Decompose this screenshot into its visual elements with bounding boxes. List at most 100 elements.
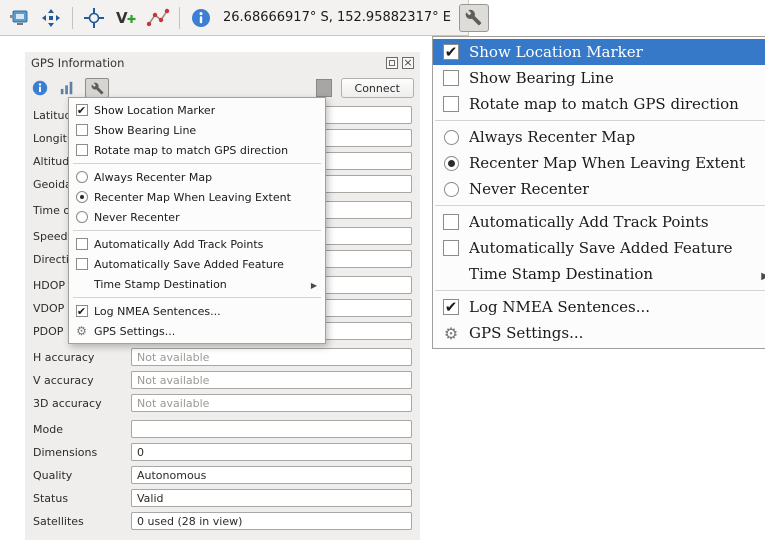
gps-field-row: Mode [33, 420, 412, 438]
menu-item[interactable]: Show Bearing Line [433, 65, 765, 91]
menu-mark-icon [440, 127, 462, 147]
menu-item[interactable]: Time Stamp Destination [433, 261, 765, 287]
gps-field-row: 3D accuracy [33, 394, 412, 412]
field-input[interactable] [131, 466, 412, 484]
menu-mark-icon [440, 94, 462, 114]
menu-separator [73, 163, 321, 164]
gps-options-button[interactable] [85, 78, 109, 98]
field-input[interactable] [131, 394, 412, 412]
menu-mark-icon [73, 102, 90, 118]
position-info-tab-button[interactable] [31, 79, 49, 97]
menu-item[interactable]: Rotate map to match GPS direction [69, 140, 325, 160]
menu-item-label: Time Stamp Destination [469, 265, 653, 283]
info-icon [191, 8, 211, 28]
menu-item[interactable]: Log NMEA Sentences... [69, 301, 325, 321]
gps-connect-icon [8, 7, 30, 29]
menu-item-label: Never Recenter [94, 211, 180, 224]
menu-item-label: Show Bearing Line [469, 69, 614, 87]
field-label: H accuracy [33, 351, 131, 364]
info-button[interactable] [187, 4, 215, 32]
gps-coordinates: 26.68666917° S, 152.95882317° E [223, 10, 451, 25]
menu-separator [73, 230, 321, 231]
field-input[interactable] [131, 512, 412, 530]
menu-mark-icon [73, 256, 90, 272]
panel-title-bar: GPS Information [25, 52, 420, 74]
recenter-icon [40, 7, 62, 29]
menu-item[interactable]: Never Recenter [69, 207, 325, 227]
menu-mark-icon [440, 179, 462, 199]
recenter-button[interactable] [37, 4, 65, 32]
gps-field-row: Status [33, 489, 412, 507]
menu-mark-icon [73, 122, 90, 138]
menu-item[interactable]: Show Bearing Line [69, 120, 325, 140]
field-input[interactable] [131, 443, 412, 461]
menu-item-label: Time Stamp Destination [94, 278, 227, 291]
menu-mark-icon [73, 169, 90, 185]
field-input[interactable] [131, 371, 412, 389]
menu-item[interactable]: Always Recenter Map [69, 167, 325, 187]
float-panel-button[interactable] [386, 57, 398, 69]
menu-mark-icon [73, 236, 90, 252]
top-toolbar: V 26.68666917° S, 152.95882317° E [0, 0, 469, 36]
menu-item[interactable]: Log NMEA Sentences... [433, 294, 765, 320]
signal-strength-icon [59, 80, 75, 96]
menu-item[interactable]: Rotate map to match GPS direction [433, 91, 765, 117]
add-track-point-icon: V [114, 7, 138, 29]
recenter-extent-button[interactable] [80, 4, 108, 32]
menu-mark-icon [73, 209, 90, 225]
field-input[interactable] [131, 420, 412, 438]
field-label: Status [33, 492, 131, 505]
menu-item[interactable]: Automatically Save Added Feature [433, 235, 765, 261]
gps-field-row: Quality [33, 466, 412, 484]
toolbar-separator [72, 7, 73, 29]
menu-mark-icon [73, 303, 90, 319]
menu-item[interactable]: GPS Settings... [433, 320, 765, 346]
menu-item[interactable]: Time Stamp Destination [69, 274, 325, 294]
close-panel-button[interactable] [402, 57, 414, 69]
add-track-point-button[interactable]: V [112, 4, 140, 32]
menu-item[interactable]: Recenter Map When Leaving Extent [433, 150, 765, 176]
menu-item[interactable]: Never Recenter [433, 176, 765, 202]
menu-item-label: GPS Settings... [469, 324, 583, 342]
menu-item-label: Rotate map to match GPS direction [94, 144, 288, 157]
gps-options-menu-zoomed: Show Location Marker Show Bearing Line R… [432, 36, 765, 349]
menu-mark-icon [73, 276, 90, 292]
connect-button[interactable]: Connect [341, 78, 414, 98]
field-input[interactable] [131, 348, 412, 366]
menu-item[interactable]: Always Recenter Map [433, 124, 765, 150]
menu-item[interactable]: Automatically Save Added Feature [69, 254, 325, 274]
status-color-swatch [316, 79, 332, 97]
gps-settings-menu-button[interactable] [459, 4, 489, 32]
track-points-button[interactable] [144, 4, 172, 32]
menu-item-label: Show Location Marker [94, 104, 215, 117]
menu-item[interactable]: Show Location Marker [69, 100, 325, 120]
menu-mark-icon [440, 68, 462, 88]
menu-item[interactable]: GPS Settings... [69, 321, 325, 341]
field-input[interactable] [131, 489, 412, 507]
menu-item[interactable]: Automatically Add Track Points [433, 209, 765, 235]
menu-item-label: Automatically Save Added Feature [469, 239, 733, 257]
menu-separator [435, 290, 765, 291]
menu-item[interactable]: Show Location Marker [433, 39, 765, 65]
field-label: Satellites [33, 515, 131, 528]
menu-item[interactable]: Recenter Map When Leaving Extent [69, 187, 325, 207]
menu-item-label: Automatically Add Track Points [94, 238, 263, 251]
menu-mark-icon [73, 189, 90, 205]
settings-wrench-icon [91, 82, 104, 95]
menu-item[interactable]: Automatically Add Track Points [69, 234, 325, 254]
settings-wrench-icon [465, 9, 482, 26]
toolbar-separator [179, 7, 180, 29]
gps-field-row: H accuracy [33, 348, 412, 366]
menu-separator [73, 297, 321, 298]
menu-item-label: Recenter Map When Leaving Extent [94, 191, 291, 204]
menu-mark-icon [440, 153, 462, 173]
menu-separator [435, 205, 765, 206]
menu-item-label: Never Recenter [469, 180, 589, 198]
menu-item-label: GPS Settings... [94, 325, 175, 338]
menu-mark-icon [440, 323, 462, 343]
gps-connect-button[interactable] [5, 4, 33, 32]
menu-item-label: Show Bearing Line [94, 124, 196, 137]
menu-item-label: Show Location Marker [469, 43, 643, 61]
recenter-extent-icon [83, 7, 105, 29]
signal-strength-tab-button[interactable] [58, 79, 76, 97]
